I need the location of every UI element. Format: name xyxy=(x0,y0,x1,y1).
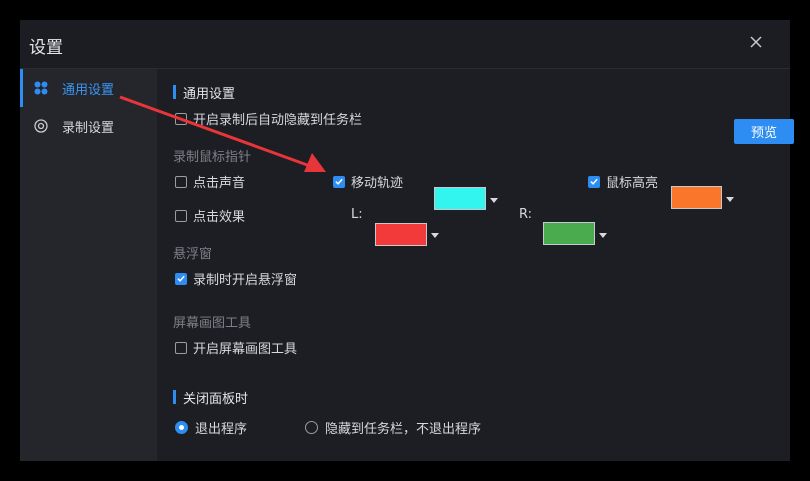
sidebar-item-label: 通用设置 xyxy=(62,83,115,98)
sidebar-item-general[interactable]: 通用设置 xyxy=(20,69,157,107)
chevron-down-icon[interactable] xyxy=(726,197,734,202)
highlight-label: 鼠标高亮 xyxy=(606,176,659,191)
close-panel-heading: 关闭面板时 xyxy=(173,388,248,407)
mouse-group-label: 录制鼠标指针 xyxy=(173,150,252,165)
radio-hide[interactable]: 隐藏到任务栏，不退出程序 xyxy=(305,418,481,437)
record-icon xyxy=(34,119,48,133)
radio-exit[interactable]: 退出程序 xyxy=(175,418,247,437)
grid-icon xyxy=(34,81,48,95)
settings-dialog: 设置 通用设置 录制设置 通用设置 开启录制后自动隐藏到任务栏 预览 录制鼠标指… xyxy=(20,20,794,461)
draw-tool-label: 开启屏幕画图工具 xyxy=(193,342,298,357)
window-title: 设置 xyxy=(29,38,63,58)
float-window-group-label: 悬浮窗 xyxy=(173,247,213,262)
preview-button[interactable]: 预览 xyxy=(734,119,794,144)
click-effect-label: 点击效果 xyxy=(193,210,246,225)
checkbox-checked[interactable] xyxy=(588,175,600,188)
move-track-color-swatch[interactable] xyxy=(434,187,486,210)
auto-hide-label: 开启录制后自动隐藏到任务栏 xyxy=(193,113,363,128)
checkbox-unchecked[interactable] xyxy=(175,341,187,354)
sidebar-item-label: 录制设置 xyxy=(62,121,115,136)
chevron-down-icon[interactable] xyxy=(431,233,439,238)
click-sound-checkbox[interactable]: 点击声音 xyxy=(175,172,245,191)
move-track-label: 移动轨迹 xyxy=(351,176,404,191)
general-heading: 通用设置 xyxy=(173,83,235,102)
settings-content: 通用设置 开启录制后自动隐藏到任务栏 预览 录制鼠标指针 点击声音 移动轨迹 鼠… xyxy=(157,69,794,461)
left-click-color-swatch[interactable] xyxy=(375,223,427,246)
left-click-label: L: xyxy=(351,207,363,222)
radio-unselected[interactable] xyxy=(305,421,318,434)
draw-tool-checkbox[interactable]: 开启屏幕画图工具 xyxy=(175,338,297,357)
radio-exit-label: 退出程序 xyxy=(195,422,248,437)
close-icon[interactable] xyxy=(744,30,768,54)
highlight-color-swatch[interactable] xyxy=(671,186,722,209)
chevron-down-icon[interactable] xyxy=(599,233,607,238)
title-bar: 设置 xyxy=(20,20,790,69)
checkbox-unchecked[interactable] xyxy=(175,175,187,188)
auto-hide-checkbox[interactable]: 开启录制后自动隐藏到任务栏 xyxy=(175,109,362,128)
right-click-label: R: xyxy=(519,207,533,222)
click-sound-label: 点击声音 xyxy=(193,176,246,191)
chevron-down-icon[interactable] xyxy=(490,198,498,203)
sidebar: 通用设置 录制设置 xyxy=(20,69,157,461)
float-window-label: 录制时开启悬浮窗 xyxy=(193,273,298,288)
float-window-checkbox[interactable]: 录制时开启悬浮窗 xyxy=(175,269,297,288)
move-track-checkbox[interactable]: 移动轨迹 xyxy=(333,172,403,191)
checkbox-unchecked[interactable] xyxy=(175,112,187,125)
checkbox-checked[interactable] xyxy=(333,175,345,188)
highlight-checkbox[interactable]: 鼠标高亮 xyxy=(588,172,658,191)
checkbox-unchecked[interactable] xyxy=(175,209,187,222)
radio-hide-label: 隐藏到任务栏，不退出程序 xyxy=(325,422,482,437)
draw-tool-group-label: 屏幕画图工具 xyxy=(173,316,252,331)
checkbox-checked[interactable] xyxy=(175,272,187,285)
click-effect-checkbox[interactable]: 点击效果 xyxy=(175,206,245,225)
radio-selected[interactable] xyxy=(175,421,188,434)
sidebar-item-record[interactable]: 录制设置 xyxy=(20,107,157,145)
right-click-color-swatch[interactable] xyxy=(543,222,595,245)
